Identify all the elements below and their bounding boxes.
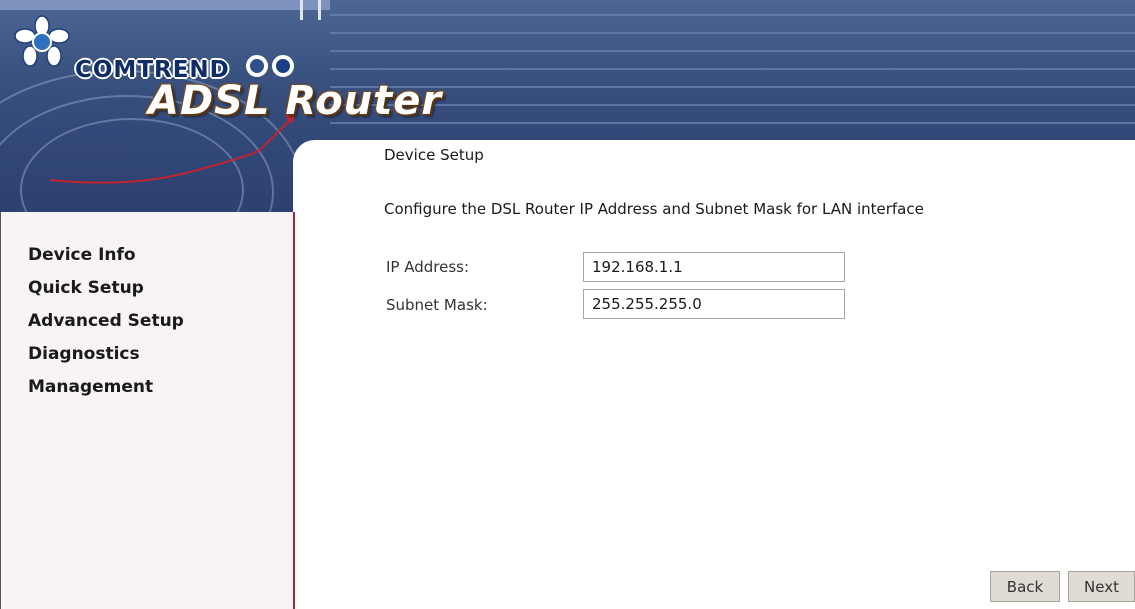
sidebar-item-device-info[interactable]: Device Info: [28, 239, 184, 272]
sidebar-item-quick-setup[interactable]: Quick Setup: [28, 272, 184, 305]
page-title: Device Setup: [384, 146, 484, 164]
comtrend-flower-logo-icon: [14, 15, 70, 67]
subnet-mask-label: Subnet Mask:: [386, 296, 488, 314]
next-button[interactable]: Next: [1068, 571, 1135, 602]
subnet-mask-input[interactable]: [583, 289, 845, 319]
sidebar: Device Info Quick Setup Advanced Setup D…: [0, 212, 295, 609]
banner-stripe: [330, 14, 1135, 16]
page-description: Configure the DSL Router IP Address and …: [384, 200, 924, 218]
banner-top-bar: [0, 0, 330, 10]
blue-rings-icon: [272, 55, 294, 77]
sidebar-item-diagnostics[interactable]: Diagnostics: [28, 338, 184, 371]
banner-stripe: [330, 68, 1135, 70]
sidebar-nav: Device Info Quick Setup Advanced Setup D…: [28, 239, 184, 404]
banner-stripe: [330, 50, 1135, 52]
banner-stripe: [330, 32, 1135, 34]
back-button[interactable]: Back: [990, 571, 1060, 602]
product-title: ADSL Router: [148, 78, 443, 124]
banner-stripe: [330, 86, 1135, 88]
sidebar-item-management[interactable]: Management: [28, 371, 184, 404]
ip-address-input[interactable]: [583, 252, 845, 282]
banner-divider: [318, 0, 321, 20]
banner-stripe: [330, 122, 1135, 124]
sidebar-item-advanced-setup[interactable]: Advanced Setup: [28, 305, 184, 338]
banner-stripe: [330, 104, 1135, 106]
blue-rings-icon: [246, 55, 268, 77]
ip-address-label: IP Address:: [386, 258, 470, 276]
banner-divider: [300, 0, 303, 20]
